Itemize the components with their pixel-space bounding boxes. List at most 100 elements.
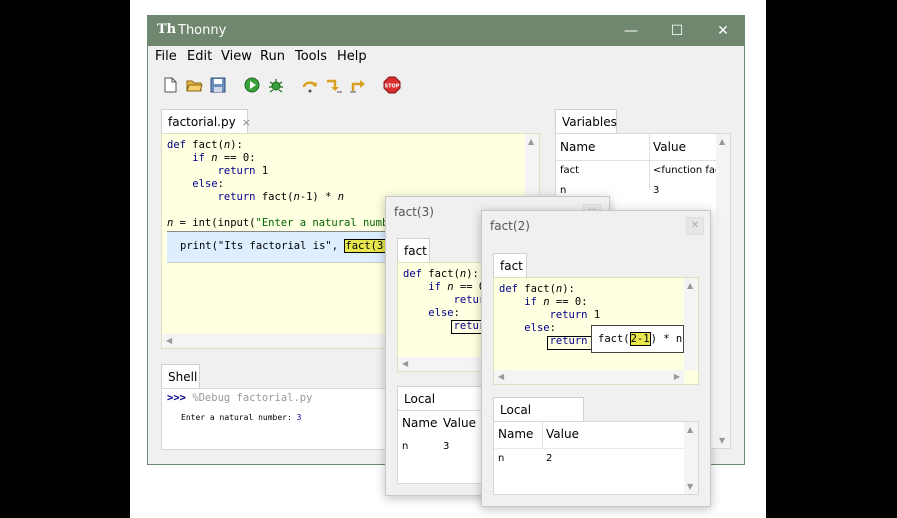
shell-prompt: >>>	[167, 392, 186, 404]
scroll-up-icon[interactable]: ▲	[528, 137, 534, 146]
menu-view[interactable]: View	[221, 49, 252, 64]
menu-tools[interactable]: Tools	[295, 49, 327, 64]
tab-shell[interactable]: Shell	[161, 364, 200, 388]
column-separator	[542, 422, 543, 448]
scroll-up-icon[interactable]: ▲	[719, 137, 725, 146]
debug-icon[interactable]	[267, 76, 285, 94]
variable-value[interactable]: <function fact at 0x	[653, 165, 716, 176]
menu-edit[interactable]: Edit	[187, 49, 212, 64]
variables-name-header[interactable]: Name	[560, 140, 595, 154]
code-token: 1	[255, 165, 269, 177]
frame-tab-label: fact	[500, 259, 523, 273]
scroll-left-icon[interactable]: ◀	[166, 336, 172, 345]
scroll-down-icon[interactable]: ▼	[719, 436, 725, 445]
tooltip-code: fact(	[598, 333, 630, 345]
scroll-up-icon[interactable]: ▲	[687, 425, 693, 434]
locals-value-header[interactable]: Value	[546, 427, 579, 441]
svg-text:STOP: STOP	[385, 84, 400, 90]
local-variable-value[interactable]: 2	[546, 453, 552, 464]
step-over-icon[interactable]	[301, 76, 319, 94]
tab-variables[interactable]: Variables	[555, 109, 617, 133]
save-icon[interactable]	[209, 76, 227, 94]
step-into-icon[interactable]	[325, 76, 343, 94]
variable-name[interactable]: fact	[560, 165, 579, 176]
variables-scrollbar[interactable]: ▲ ▼	[716, 134, 730, 448]
code-line: def fact(n):	[403, 268, 492, 281]
frame-close-button[interactable]: ✕	[686, 217, 704, 235]
scroll-up-icon[interactable]: ▲	[687, 281, 693, 290]
frame-vertical-scrollbar[interactable]: ▲	[684, 278, 698, 370]
local-variables-panel: Name Value n 2 ▲ ▼	[493, 421, 699, 495]
scroll-left-icon[interactable]: ◀	[498, 372, 504, 381]
local-variable-name[interactable]: n	[402, 441, 408, 452]
code-token: if	[192, 152, 205, 164]
tab-fact[interactable]: fact	[493, 253, 527, 277]
code-line: n = int(input("Enter a natural number	[167, 217, 401, 230]
tab-local-variables[interactable]: Local variables	[493, 397, 584, 441]
code-line: def fact(n):	[499, 283, 600, 296]
menu-file[interactable]: File	[155, 49, 177, 64]
locals-value-header[interactable]: Value	[443, 416, 476, 430]
code-token: fact(	[255, 191, 294, 203]
shell-tab-label: Shell	[168, 370, 198, 384]
shell-user-input: 3	[296, 413, 302, 422]
code-token: :	[453, 307, 460, 319]
step-out-icon[interactable]	[349, 76, 367, 94]
code-line: if n == 0	[403, 281, 492, 294]
maximize-button[interactable]: ☐	[654, 16, 700, 46]
variable-name[interactable]: n	[560, 185, 566, 196]
close-button[interactable]: ✕	[700, 16, 746, 46]
new-file-icon[interactable]	[161, 76, 179, 94]
editor-code: def fact(n): if n == 0: return 1 else: r…	[167, 139, 401, 230]
code-token: if	[428, 281, 441, 293]
open-folder-icon[interactable]	[185, 76, 203, 94]
code-token: ):	[466, 268, 479, 280]
code-token: n	[337, 191, 345, 203]
code-token: :	[549, 322, 556, 334]
menu-help[interactable]: Help	[337, 49, 367, 64]
code-token: ):	[230, 139, 243, 151]
scroll-left-icon[interactable]: ◀	[402, 359, 408, 368]
code-token: def	[167, 139, 186, 151]
title-bar[interactable]: Th Thonny — ☐ ✕	[148, 16, 744, 46]
column-separator	[649, 134, 650, 190]
tab-local-variables[interactable]: Local variables	[397, 386, 487, 430]
menu-run[interactable]: Run	[260, 49, 285, 64]
stop-icon[interactable]: STOP	[383, 76, 401, 94]
editor-tab-label: factorial.py	[168, 115, 236, 129]
variables-value-header[interactable]: Value	[653, 140, 686, 154]
frame-window-fact-2[interactable]: fact(2) ✕ fact def fact(n): if n == 0: r…	[481, 210, 711, 507]
scroll-down-icon[interactable]: ▼	[687, 482, 693, 491]
locals-header-row: Name Value	[494, 422, 684, 449]
scroll-right-icon[interactable]: ▶	[674, 372, 680, 381]
locals-name-header[interactable]: Name	[402, 416, 437, 430]
close-tab-icon[interactable]: ×	[242, 116, 251, 129]
tab-fact[interactable]: fact	[397, 238, 430, 262]
local-variable-name[interactable]: n	[498, 453, 504, 464]
frame-horizontal-scrollbar[interactable]: ◀ ▶	[494, 370, 684, 384]
variable-value[interactable]: 3	[653, 185, 659, 196]
current-expression-highlight: 2-1	[629, 332, 651, 346]
code-line: else:	[499, 322, 600, 335]
frame-code-editor[interactable]: def fact(n): if n == 0: return 1 else: r…	[493, 277, 699, 385]
evaluation-tooltip: fact(2-1) * n	[591, 325, 684, 353]
minimize-button[interactable]: —	[608, 16, 654, 46]
local-variable-value[interactable]: 3	[443, 441, 449, 452]
tooltip-code-end: ) * n	[650, 333, 683, 345]
frame-title: fact(3)	[394, 205, 434, 219]
code-line: if n == 0:	[167, 152, 401, 165]
tab-factorial-py[interactable]: factorial.py ×	[161, 109, 251, 133]
run-icon[interactable]	[243, 76, 261, 94]
locals-scrollbar[interactable]: ▲ ▼	[684, 422, 698, 494]
locals-name-header[interactable]: Name	[498, 427, 533, 441]
code-token: def	[499, 283, 518, 295]
